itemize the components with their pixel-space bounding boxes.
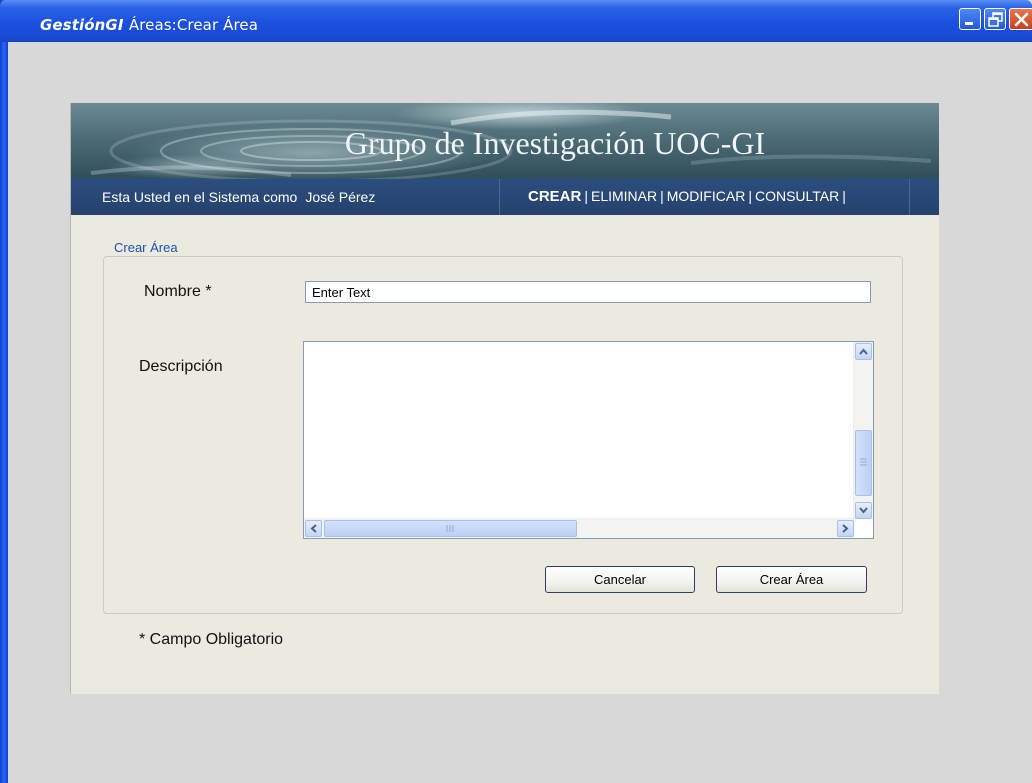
scroll-right-button[interactable] <box>837 520 854 537</box>
minimize-button[interactable] <box>959 8 981 30</box>
required-field-note: * Campo Obligatorio <box>139 631 284 648</box>
close-icon <box>1014 12 1029 27</box>
nav-divider <box>499 179 500 215</box>
grip-icon <box>860 458 867 466</box>
window-title: GestiónGI Áreas:Crear Área <box>40 16 258 34</box>
window-title-page: Áreas:Crear Área <box>128 16 259 34</box>
scroll-down-button[interactable] <box>855 502 872 519</box>
title-bar[interactable]: GestiónGI Áreas:Crear Área <box>0 0 1032 42</box>
vertical-scrollbar[interactable] <box>853 342 873 520</box>
session-user-info: Esta Usted en el Sistema como José Pérez <box>102 189 375 205</box>
horizontal-scroll-thumb[interactable] <box>324 520 577 537</box>
minimize-icon <box>965 22 973 25</box>
nav-separator: | <box>842 188 846 204</box>
chevron-up-icon <box>859 348 868 355</box>
scrollbar-corner <box>854 519 873 538</box>
maximize-button[interactable] <box>984 8 1006 30</box>
nav-separator: | <box>660 188 664 204</box>
create-area-button[interactable]: Crear Área <box>716 566 867 593</box>
session-user-name: José Pérez <box>305 189 376 205</box>
descripcion-label: Descripción <box>139 358 223 375</box>
horizontal-scrollbar[interactable] <box>304 518 855 538</box>
grip-icon <box>446 525 454 532</box>
nav-item-crear[interactable]: CREAR <box>528 188 581 205</box>
nav-divider <box>909 179 910 215</box>
nav-item-consultar[interactable]: CONSULTAR <box>755 188 839 204</box>
nav-menu: CREAR | ELIMINAR | MODIFICAR | CONSULTAR | <box>528 188 849 205</box>
window-title-app: GestiónGI <box>40 16 124 34</box>
vertical-scroll-thumb[interactable] <box>855 430 872 496</box>
scroll-up-button[interactable] <box>855 343 872 360</box>
scroll-left-button[interactable] <box>305 520 322 537</box>
maximize-icon <box>988 12 1003 27</box>
nav-item-modificar[interactable]: MODIFICAR <box>667 188 746 204</box>
nav-separator: | <box>584 188 588 204</box>
groupbox-legend: Crear Área <box>111 240 181 255</box>
close-button[interactable] <box>1009 8 1032 30</box>
nav-bar: Esta Usted en el Sistema como José Pérez … <box>71 179 939 215</box>
nav-separator: | <box>748 188 752 204</box>
window-left-border <box>0 0 8 783</box>
banner-title: Grupo de Investigación UOC-GI <box>344 125 766 161</box>
cancel-button[interactable]: Cancelar <box>545 566 695 593</box>
app-window: GestiónGI Áreas:Crear Área Grupo de Inve… <box>0 0 1032 783</box>
chevron-down-icon <box>859 507 868 514</box>
nombre-label: Nombre * <box>144 283 212 300</box>
nombre-input[interactable]: Enter Text <box>305 281 871 303</box>
session-user-prefix: Esta Usted en el Sistema como <box>102 189 298 205</box>
chevron-left-icon <box>310 524 317 533</box>
descripcion-textarea[interactable] <box>303 341 874 539</box>
main-panel: Grupo de Investigación UOC-GI Esta Usted… <box>70 103 939 694</box>
nav-item-eliminar[interactable]: ELIMINAR <box>591 188 657 204</box>
chevron-right-icon <box>842 524 849 533</box>
header-banner: Grupo de Investigación UOC-GI <box>71 103 939 179</box>
